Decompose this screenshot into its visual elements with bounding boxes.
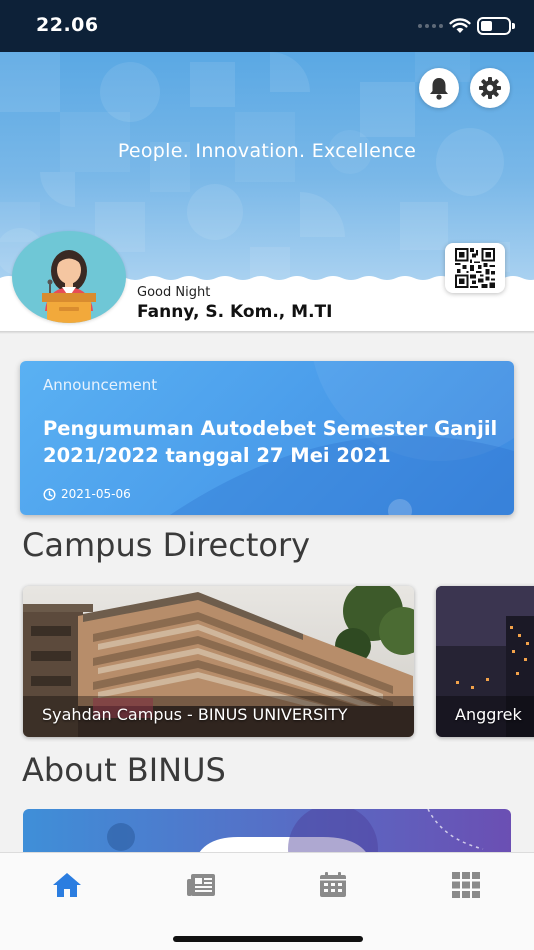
home-icon	[53, 873, 81, 897]
wifi-icon	[449, 18, 471, 33]
notifications-button[interactable]	[419, 68, 459, 108]
campus-card-label: Anggrek	[455, 705, 522, 724]
nav-home[interactable]	[47, 869, 87, 901]
campus-card[interactable]: Anggrek	[436, 586, 534, 737]
about-binus-title: About BINUS	[22, 751, 226, 789]
qr-code-button[interactable]	[445, 243, 505, 293]
status-bar: 22.06	[0, 0, 534, 52]
tagline: People. Innovation. Excellence	[117, 140, 417, 162]
bell-icon	[430, 78, 448, 100]
clock-icon	[43, 487, 56, 501]
avatar[interactable]	[12, 231, 126, 323]
announcement-label: Announcement	[43, 376, 158, 394]
announcement-date-row: 2021-05-06	[43, 487, 131, 501]
settings-button[interactable]	[470, 68, 510, 108]
lecturer-avatar-icon	[42, 250, 96, 323]
calendar-icon	[320, 872, 346, 897]
nav-news[interactable]	[181, 869, 221, 901]
cellular-signal-icon	[418, 24, 443, 28]
nav-apps[interactable]	[446, 869, 486, 901]
status-time: 22.06	[36, 14, 99, 36]
announcement-date: 2021-05-06	[61, 487, 131, 501]
home-indicator	[173, 936, 363, 942]
gear-icon	[479, 77, 501, 99]
qr-code-icon	[455, 248, 495, 288]
announcement-title: Pengumuman Autodebet Semester Ganjil 202…	[43, 417, 498, 467]
user-name: Fanny, S. Kom., M.TI	[137, 302, 333, 322]
apps-grid-icon	[452, 872, 480, 898]
bottom-navigation	[0, 852, 534, 950]
announcement-card[interactable]: Announcement Pengumuman Autodebet Semest…	[20, 361, 514, 515]
greeting-text: Good Night	[137, 285, 211, 300]
campus-card[interactable]: Syahdan Campus - BINUS UNIVERSITY	[23, 586, 414, 737]
news-icon	[187, 874, 215, 896]
nav-calendar[interactable]	[313, 869, 353, 901]
header-divider	[0, 331, 534, 334]
battery-icon	[477, 17, 515, 35]
campus-directory-title: Campus Directory	[22, 526, 311, 564]
campus-card-label: Syahdan Campus - BINUS UNIVERSITY	[42, 705, 348, 724]
